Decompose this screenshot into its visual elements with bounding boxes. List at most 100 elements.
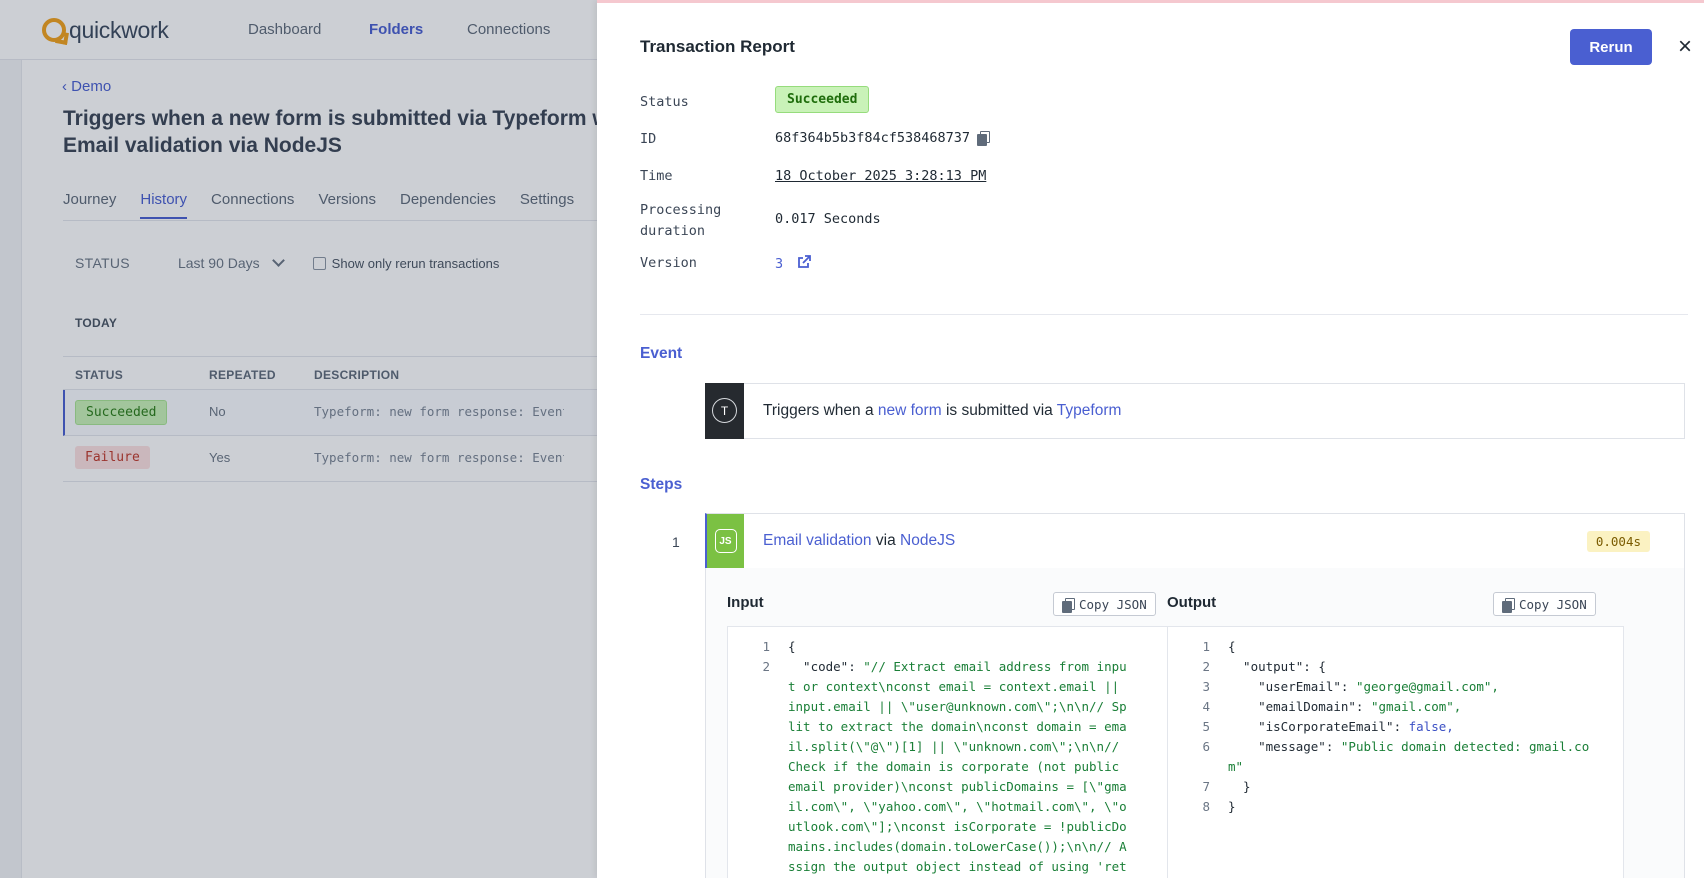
steps-heading: Steps (640, 476, 683, 493)
code-line: il.split(\"@\")[1] || \"unknown.com\";\n… (728, 737, 1183, 757)
line-number (728, 817, 770, 837)
typeform-icon: T (705, 382, 744, 439)
code-line: email provider)\nconst publicDomains = [… (728, 777, 1183, 797)
status-badge: Succeeded (775, 86, 870, 113)
code-line: input.email || \"user@unknown.com\";\n\n… (728, 697, 1183, 717)
code-line: mains.includes(domain.toLowerCase());\n\… (728, 837, 1183, 857)
line-number: 1 (1202, 639, 1210, 654)
step-app-link[interactable]: NodeJS (900, 532, 955, 549)
code-line: il.com\", \"yahoo.com\", \"hotmail.com\"… (728, 797, 1183, 817)
code-line: 4 "emailDomain": "gmail.com", (1168, 697, 1623, 717)
event-app-link[interactable]: Typeform (1057, 402, 1122, 419)
event-card[interactable]: T Triggers when a new form is submitted … (705, 382, 1685, 439)
version-label: Version (640, 255, 697, 271)
section-divider (640, 314, 1688, 315)
code-line: Check if the domain is corporate (not pu… (728, 757, 1183, 777)
line-number: 2 (762, 659, 770, 674)
code-line: t or context\nconst email = context.emai… (728, 677, 1183, 697)
line-text: } (1228, 779, 1251, 794)
duration-label: Processing duration (640, 200, 721, 242)
line-text: m" (1228, 759, 1244, 774)
code-line: lit to extract the domain\nconst domain … (728, 717, 1183, 737)
copy-icon (1062, 597, 1075, 613)
step-card[interactable]: JS Email validation via NodeJS 0.004s (705, 513, 1685, 569)
duration-label-line-2: duration (640, 223, 706, 239)
line-text: "message": "Public domain detected: gmai… (1228, 739, 1590, 754)
line-number (728, 757, 770, 777)
copy-icon[interactable] (977, 131, 991, 146)
line-number (728, 837, 770, 857)
external-link-icon (798, 255, 812, 268)
line-number: 7 (1202, 779, 1210, 794)
line-text: ssign the output object instead of using… (788, 859, 1127, 874)
input-heading: Input (727, 594, 764, 611)
step-action-link[interactable]: Email validation (763, 532, 872, 549)
transaction-id-value: 68f364b5b3f84cf538468737 (775, 130, 971, 146)
copy-input-json-button[interactable]: Copy JSON (1053, 592, 1156, 616)
line-text: il.com\", \"yahoo.com\", \"hotmail.com\"… (788, 799, 1127, 814)
line-number: 1 (762, 639, 770, 654)
line-number (728, 677, 770, 697)
line-text: { (788, 639, 796, 654)
drawer-title: Transaction Report (640, 37, 795, 56)
input-code-lines: 1 {2 "code": "// Extract email address fr… (728, 637, 1183, 877)
output-heading: Output (1167, 594, 1217, 611)
code-line: 3 "userEmail": "george@gmail.com", (1168, 677, 1623, 697)
line-text: utlook.com\"];\nconst isCorporate = !pub… (788, 819, 1127, 834)
line-text: lit to extract the domain\nconst domain … (788, 719, 1127, 734)
line-text: "emailDomain": "gmail.com", (1228, 699, 1462, 714)
line-text: input.email || \"user@unknown.com\";\n\n… (788, 699, 1127, 714)
code-line: 6 "message": "Public domain detected: gm… (1168, 737, 1623, 757)
rerun-button[interactable]: Rerun (1570, 29, 1652, 65)
modal-backdrop[interactable] (0, 0, 597, 878)
line-number (728, 737, 770, 757)
line-number: 2 (1202, 659, 1210, 674)
line-number: 5 (1202, 719, 1210, 734)
code-line: utlook.com\"];\nconst isCorporate = !pub… (728, 817, 1183, 837)
line-number: 8 (1202, 799, 1210, 814)
close-icon[interactable]: × (1671, 33, 1699, 61)
nodejs-icon: JS (707, 514, 744, 568)
line-number (1168, 757, 1210, 777)
code-line: m" (1168, 757, 1623, 777)
line-text: "userEmail": "george@gmail.com", (1228, 679, 1499, 694)
step-number: 1 (672, 534, 680, 550)
line-number (728, 857, 770, 877)
code-line: ssign the output object instead of using… (728, 857, 1183, 877)
line-text: mains.includes(domain.toLowerCase());\n\… (788, 839, 1127, 854)
transaction-id: 68f364b5b3f84cf538468737 (775, 130, 991, 146)
step-duration-badge: 0.004s (1586, 531, 1650, 552)
line-text: "isCorporateEmail": false, (1228, 719, 1454, 734)
output-code-viewer[interactable]: 1{2 "output": {3 "userEmail": "george@gm… (1167, 626, 1624, 878)
line-text: "output": { (1228, 659, 1326, 674)
event-trigger-link[interactable]: new form (878, 402, 942, 419)
version-link[interactable]: 3 (775, 255, 812, 272)
line-number (728, 797, 770, 817)
code-line: 8} (1168, 797, 1623, 817)
code-line: 2 "code": "// Extract email address from… (728, 657, 1183, 677)
line-number: 3 (1202, 679, 1210, 694)
step-io-panel: Input Copy JSON 1{2 "code": "// Extract … (705, 568, 1685, 878)
duration-label-line-1: Processing (640, 202, 722, 218)
time-value[interactable]: 18 October 2025 3:28:13 PM (775, 168, 986, 184)
line-text: il.split(\"@\")[1] || \"unknown.com\";\n… (788, 739, 1120, 754)
code-line: 1{ (1168, 637, 1623, 657)
line-text: } (1228, 799, 1236, 814)
line-text: t or context\nconst email = context.emai… (788, 679, 1120, 694)
input-code-viewer[interactable]: 1 {2 "code": "// Extract email address fr… (727, 626, 1184, 878)
code-line: 2 "output": { (1168, 657, 1623, 677)
code-line: 7 } (1168, 777, 1623, 797)
event-description: Triggers when a new form is submitted vi… (763, 402, 1122, 419)
line-number: 4 (1202, 699, 1210, 714)
copy-output-json-button[interactable]: Copy JSON (1493, 592, 1596, 616)
line-text: { (1228, 639, 1236, 654)
transaction-report-drawer: Transaction Report Rerun × Status Succee… (597, 0, 1704, 878)
output-code-lines: 1{2 "output": {3 "userEmail": "george@gm… (1168, 637, 1623, 817)
step-description: Email validation via NodeJS (763, 532, 956, 549)
time-label: Time (640, 168, 673, 184)
event-heading: Event (640, 345, 683, 362)
line-text: "code": "// Extract email address from i… (788, 659, 1127, 674)
line-number: 6 (1202, 739, 1210, 754)
copy-icon (1502, 597, 1515, 613)
line-number (728, 717, 770, 737)
